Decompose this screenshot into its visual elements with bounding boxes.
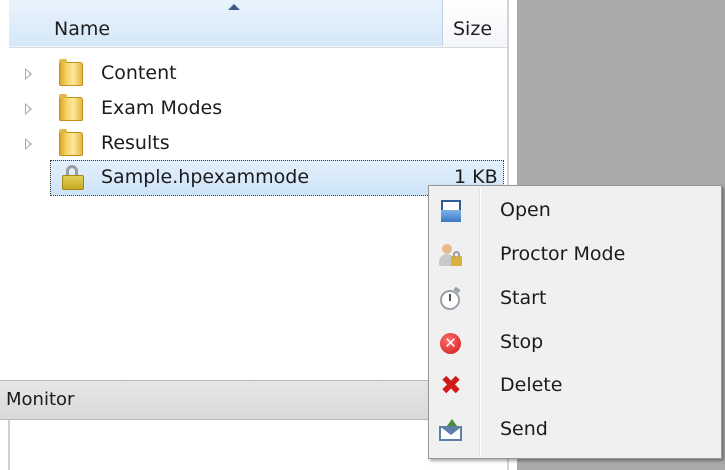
menu-item-proctor-mode[interactable]: Proctor Mode [431, 236, 719, 276]
menu-item-label: Send [500, 418, 548, 440]
column-header: Name Size [9, 0, 507, 48]
menu-item-label: Stop [500, 331, 544, 353]
monitor-pane-border [8, 420, 10, 470]
tree-item-results[interactable]: Results [0, 127, 500, 161]
folder-icon [59, 94, 83, 121]
expand-arrow-icon[interactable] [25, 103, 32, 115]
proctor-user-lock-icon [439, 244, 463, 268]
stop-icon: ✕ [439, 332, 463, 356]
lock-icon [62, 165, 84, 190]
monitor-label: Monitor [6, 389, 75, 410]
menu-item-label: Delete [500, 374, 563, 396]
size-column-header[interactable]: Size [453, 18, 492, 40]
menu-item-label: Proctor Mode [500, 243, 626, 265]
expand-arrow-icon[interactable] [25, 138, 32, 150]
send-envelope-icon [439, 419, 463, 443]
menu-item-start[interactable]: Start [431, 280, 719, 320]
tree-item-content[interactable]: Content [0, 57, 500, 91]
menu-item-open[interactable]: Open [431, 192, 719, 232]
name-column-header[interactable]: Name [9, 0, 443, 46]
tree-item-exam-modes[interactable]: Exam Modes [0, 92, 500, 126]
tree-item-label: Content [101, 62, 177, 84]
tree-item-label: Results [101, 132, 170, 154]
context-menu: Open Proctor Mode Start ✕ Stop ✖ Delete … [428, 185, 722, 459]
delete-x-icon: ✖ [440, 371, 462, 401]
menu-item-label: Open [500, 199, 551, 221]
expand-arrow-icon[interactable] [25, 68, 32, 80]
menu-item-send[interactable]: Send [431, 411, 719, 451]
tree-item-label: Exam Modes [101, 97, 223, 119]
folder-icon [59, 59, 83, 86]
stopwatch-icon [439, 286, 463, 312]
sort-ascending-icon [228, 4, 240, 10]
folder-icon [59, 129, 83, 156]
tree-item-label: Sample.hpexammode [101, 166, 310, 188]
menu-item-stop[interactable]: ✕ Stop [431, 324, 719, 364]
name-column-label: Name [54, 18, 111, 40]
open-document-icon [439, 200, 463, 224]
menu-item-label: Start [500, 287, 547, 309]
menu-item-delete[interactable]: ✖ Delete [431, 367, 719, 407]
